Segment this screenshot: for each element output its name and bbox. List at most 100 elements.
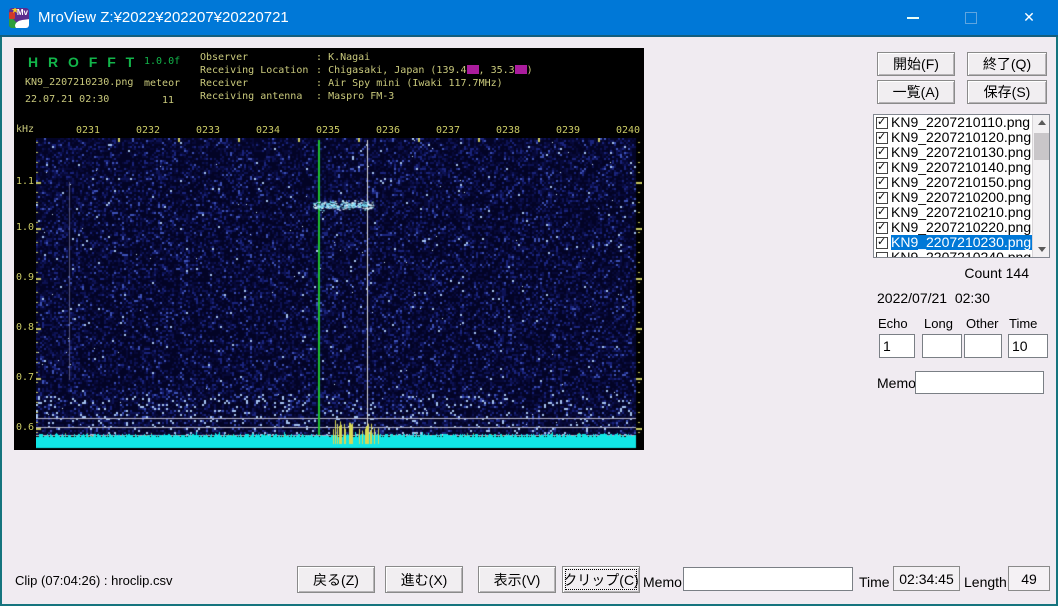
file-name[interactable]: KN9_2207210200.png: [891, 190, 1032, 205]
location-value-mid: , 35.3: [479, 65, 515, 76]
length-label: Length: [964, 574, 1007, 590]
time-axis-label: 0234: [254, 125, 282, 136]
location-value-post: ): [527, 65, 533, 76]
time-label: Time: [1009, 316, 1037, 331]
list-item[interactable]: KN9_2207210110.png: [874, 115, 1032, 130]
observer-value: K.Nagai: [328, 52, 370, 63]
minimize-button[interactable]: [884, 0, 942, 35]
time-axis-label: 0233: [194, 125, 222, 136]
list-item[interactable]: KN9_2207210210.png: [874, 205, 1032, 220]
count-value: 144: [1006, 265, 1029, 281]
time-axis-label: 0232: [134, 125, 162, 136]
time-field[interactable]: [1008, 334, 1048, 358]
quit-button[interactable]: 終了(Q): [967, 52, 1047, 76]
other-field[interactable]: [964, 334, 1002, 358]
forward-button[interactable]: 進む(X): [385, 566, 463, 593]
clip-button[interactable]: クリップ(C): [562, 566, 640, 593]
freq-axis-label: 0.8: [14, 322, 34, 333]
redaction-box: [515, 65, 527, 74]
list-item[interactable]: KN9_2207210150.png: [874, 175, 1032, 190]
file-list-items: KN9_2207210110.pngKN9_2207210120.pngKN9_…: [874, 115, 1032, 257]
colon: :: [316, 91, 322, 102]
file-checkbox[interactable]: [876, 222, 888, 234]
antenna-label: Receiving antenna: [200, 90, 316, 103]
other-label: Other: [966, 316, 1006, 331]
count-label: Count: [964, 265, 1001, 281]
time-axis-label: 0239: [554, 125, 582, 136]
time-axis-label: 0240: [614, 125, 642, 136]
spectrogram-datetime: 22.07.21 02:30: [25, 94, 109, 105]
file-name[interactable]: KN9_2207210120.png: [891, 130, 1032, 145]
file-list-scrollbar[interactable]: [1032, 115, 1049, 257]
scroll-down-button[interactable]: [1033, 242, 1050, 257]
count-line: Count 144: [873, 265, 1029, 281]
echo-field[interactable]: [879, 334, 915, 358]
file-checkbox[interactable]: [876, 207, 888, 219]
save-button[interactable]: 保存(S): [967, 80, 1047, 104]
file-list: KN9_2207210110.pngKN9_2207210120.pngKN9_…: [873, 114, 1050, 258]
long-field[interactable]: [922, 334, 962, 358]
receiver-row: Receiver: Air Spy mini (Iwaki 117.7MHz): [200, 77, 533, 90]
list-item[interactable]: KN9_2207210130.png: [874, 145, 1032, 160]
file-name[interactable]: KN9_2207210240.png: [891, 250, 1032, 257]
antenna-row: Receiving antenna: Maspro FM-3: [200, 90, 533, 103]
file-name[interactable]: KN9_2207210230.png: [891, 235, 1032, 250]
echo-label: Echo: [878, 316, 908, 331]
hrofft-title: H R O F F T: [28, 54, 137, 70]
file-name[interactable]: KN9_2207210220.png: [891, 220, 1032, 235]
freq-axis-label: 1.0: [14, 222, 34, 233]
file-name[interactable]: KN9_2207210130.png: [891, 145, 1032, 160]
list-item[interactable]: KN9_2207210200.png: [874, 190, 1032, 205]
caption-buttons: ✕: [884, 0, 1058, 35]
time-axis-label: 0231: [74, 125, 102, 136]
scroll-up-button[interactable]: [1033, 115, 1050, 130]
back-button[interactable]: 戻る(Z): [297, 566, 375, 593]
hrofft-version: 1.0.0f: [144, 56, 180, 67]
file-checkbox[interactable]: [876, 117, 888, 129]
list-item[interactable]: KN9_2207210230.png: [874, 235, 1032, 250]
meteor-count-value: 11: [162, 95, 174, 106]
meteor-count-label: meteor: [144, 78, 180, 89]
file-checkbox[interactable]: [876, 252, 888, 258]
file-name[interactable]: KN9_2207210110.png: [891, 115, 1032, 130]
colon: :: [316, 65, 322, 76]
list-item[interactable]: KN9_2207210140.png: [874, 160, 1032, 175]
location-value-pre: Chigasaki, Japan (139.4: [328, 65, 466, 76]
spectrogram-plot[interactable]: [36, 138, 642, 450]
close-button[interactable]: ✕: [1000, 0, 1058, 35]
app-icon-text: Mv: [17, 8, 28, 17]
time-axis-label: 0238: [494, 125, 522, 136]
redaction-box: [467, 65, 479, 74]
freq-axis-label: 1.1: [14, 176, 34, 187]
y-axis-unit: kHz: [16, 124, 34, 135]
file-checkbox[interactable]: [876, 147, 888, 159]
window-title: MroView Z:¥2022¥202207¥20220721: [38, 9, 289, 26]
title-bar: ★ Mv MroView Z:¥2022¥202207¥20220721 ✕: [0, 0, 1058, 35]
file-name[interactable]: KN9_2207210140.png: [891, 160, 1032, 175]
file-checkbox[interactable]: [876, 132, 888, 144]
memo-field[interactable]: [915, 371, 1044, 394]
freq-axis-label: 0.9: [14, 272, 34, 283]
spectrogram: H R O F F T 1.0.0f KN9_2207210230.png me…: [14, 48, 644, 450]
observer-row: Observer: K.Nagai: [200, 51, 533, 64]
file-checkbox[interactable]: [876, 237, 888, 249]
bottom-memo-label: Memo: [643, 574, 682, 590]
file-name[interactable]: KN9_2207210210.png: [891, 205, 1032, 220]
list-button[interactable]: 一覧(A): [877, 80, 955, 104]
file-name[interactable]: KN9_2207210150.png: [891, 175, 1032, 190]
minimize-icon: [907, 17, 919, 19]
list-item[interactable]: KN9_2207210240.png: [874, 250, 1032, 257]
maximize-icon: [965, 12, 977, 24]
file-checkbox[interactable]: [876, 177, 888, 189]
list-item[interactable]: KN9_2207210220.png: [874, 220, 1032, 235]
bottom-memo-field[interactable]: [683, 567, 853, 591]
maximize-button[interactable]: [942, 0, 1000, 35]
start-button[interactable]: 開始(F): [877, 52, 955, 76]
list-item[interactable]: KN9_2207210120.png: [874, 130, 1032, 145]
clip-status: Clip (07:04:26) : hroclip.csv: [15, 573, 173, 588]
file-checkbox[interactable]: [876, 162, 888, 174]
show-button[interactable]: 表示(V): [478, 566, 556, 593]
length-value: 49: [1008, 566, 1050, 591]
file-checkbox[interactable]: [876, 192, 888, 204]
scrollbar-thumb[interactable]: [1034, 133, 1049, 160]
